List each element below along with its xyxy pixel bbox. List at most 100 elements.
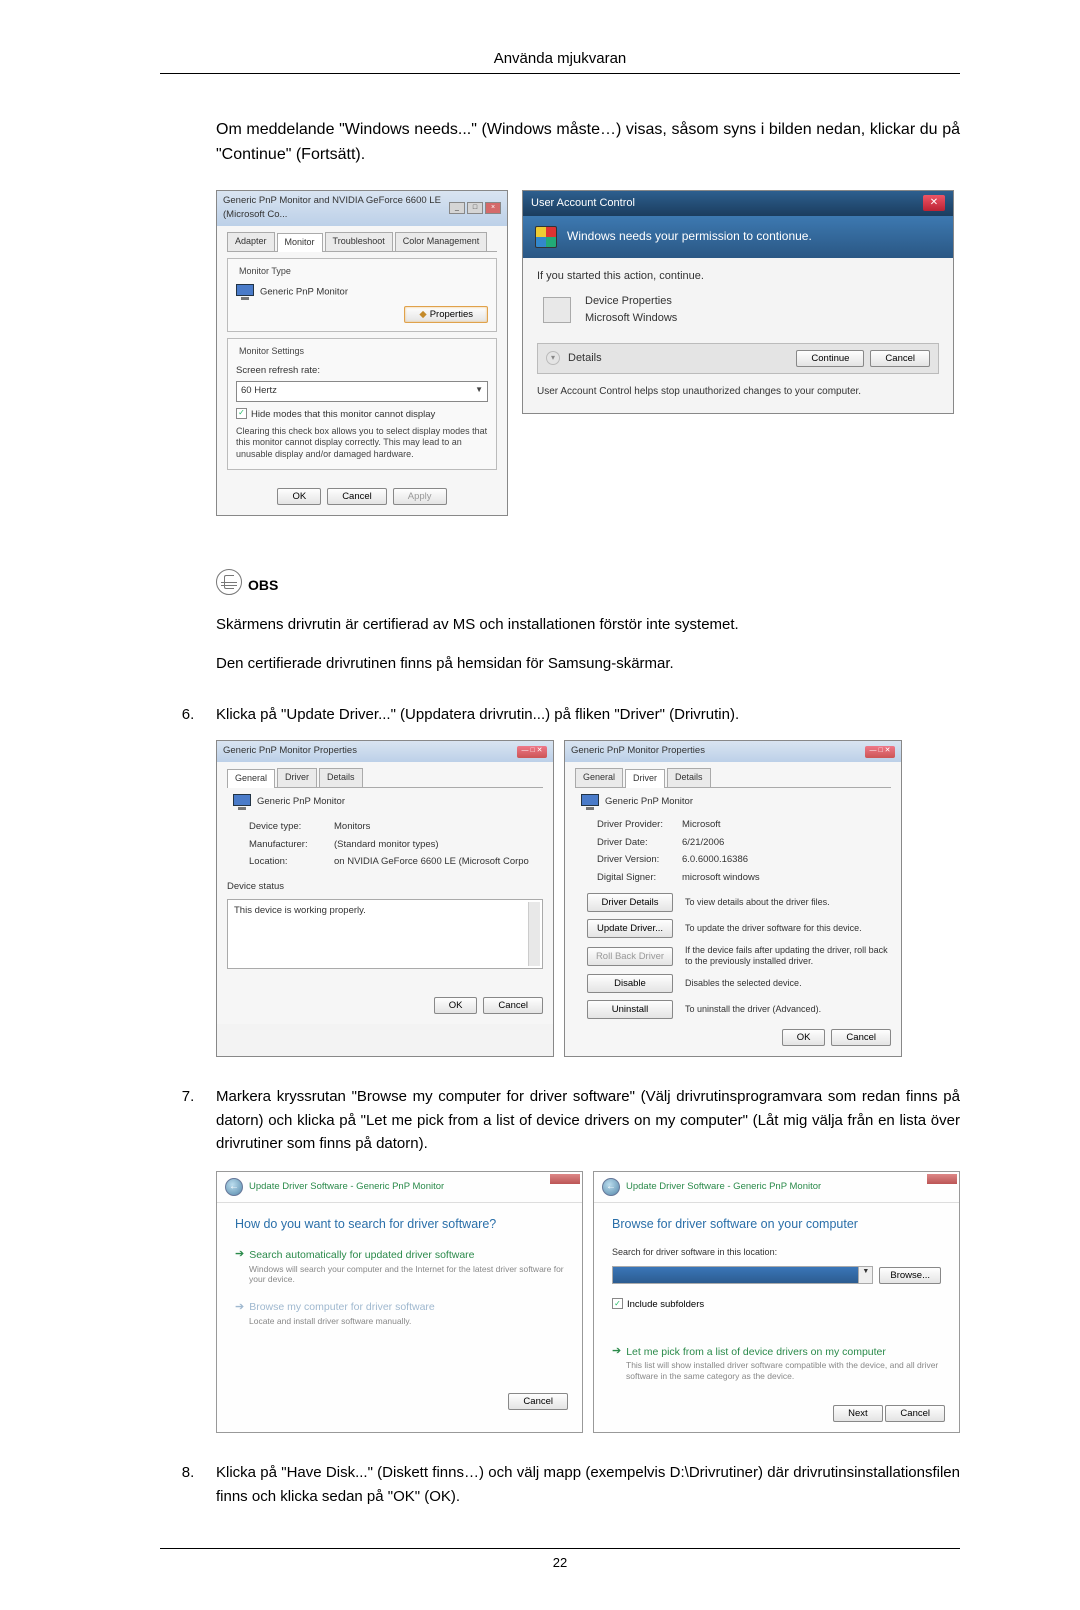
browse-button[interactable]: Browse... [879,1267,941,1284]
arrow-icon: ➔ [235,1299,244,1316]
tab-driver[interactable]: Driver [625,769,665,788]
button-description: If the device fails after updating the d… [685,945,891,968]
device-name: Generic PnP Monitor [257,795,345,810]
option-search-auto[interactable]: ➔Search automatically for updated driver… [235,1246,564,1284]
field-value: (Standard monitor types) [334,838,439,853]
wizard-headline: How do you want to search for driver sof… [235,1215,564,1234]
cancel-button[interactable]: Cancel [870,350,930,367]
details-link[interactable]: Details [568,350,602,367]
note-icon [216,569,242,595]
field-value: 6.0.6000.16386 [682,853,748,868]
tab-color-management[interactable]: Color Management [395,232,488,251]
tab-driver[interactable]: Driver [277,768,317,787]
scrollbar[interactable] [528,902,540,966]
tab-general[interactable]: General [575,768,623,787]
location-combobox[interactable]: ▼ [612,1266,873,1284]
field-key: Device type: [249,820,334,835]
tab-general[interactable]: General [227,769,275,788]
monitor-settings-label: Monitor Settings [236,345,307,359]
content: Om meddelande "Windows needs..." (Window… [160,118,960,1508]
intro-paragraph: Om meddelande "Windows needs..." (Window… [216,118,960,168]
wizard-browse-dialog: ← Update Driver Software - Generic PnP M… [593,1171,960,1433]
uac-headline: Windows needs your permission to contion… [567,227,812,246]
dialog-title: Generic PnP Monitor Properties [571,744,705,759]
next-button[interactable]: Next [833,1405,883,1422]
screenshot-row-2: Generic PnP Monitor Properties — □ ✕ Gen… [216,740,960,1057]
device-name: Generic PnP Monitor [605,795,693,810]
monitor-icon [581,794,599,810]
hide-modes-description: Clearing this check box allows you to se… [236,426,488,461]
roll-back-driver-button[interactable]: Roll Back Driver [587,947,673,966]
monitor-icon [233,794,251,810]
wizard-search-dialog: ← Update Driver Software - Generic PnP M… [216,1171,583,1433]
dialog-titlebar: Generic PnP Monitor Properties — □ ✕ [217,741,553,762]
monitor-properties-dialog: Generic PnP Monitor and NVIDIA GeForce 6… [216,190,508,516]
uninstall-button[interactable]: Uninstall [587,1000,673,1019]
properties-general-dialog: Generic PnP Monitor Properties — □ ✕ Gen… [216,740,554,1057]
continue-button[interactable]: Continue [796,350,864,367]
tab-details[interactable]: Details [319,768,363,787]
dialog-title: Generic PnP Monitor Properties [223,744,357,759]
disable-button[interactable]: Disable [587,974,673,993]
properties-button[interactable]: ◆Properties [404,306,488,323]
close-icon[interactable]: — □ ✕ [517,746,547,758]
cancel-button[interactable]: Cancel [327,488,387,505]
tab-adapter[interactable]: Adapter [227,232,275,251]
close-icon[interactable] [927,1174,957,1184]
ok-button[interactable]: OK [782,1029,826,1046]
ok-button[interactable]: OK [434,997,478,1014]
include-subfolders-checkbox[interactable]: ✓Include subfolders [612,1298,704,1313]
page-number: 22 [160,1548,960,1570]
apply-button[interactable]: Apply [393,488,447,505]
ok-button[interactable]: OK [277,488,321,505]
option-browse-computer[interactable]: ➔Browse my computer for driver software … [235,1299,564,1327]
close-icon[interactable]: — □ ✕ [865,746,895,758]
program-icon [543,297,571,323]
monitor-settings-group: Monitor Settings Screen refresh rate: 60… [227,338,497,470]
option-let-me-pick[interactable]: ➔Let me pick from a list of device drive… [612,1343,941,1381]
step-number: 7. [160,1085,216,1155]
back-icon[interactable]: ← [602,1178,620,1196]
driver-details-button[interactable]: Driver Details [587,893,673,912]
back-icon[interactable]: ← [225,1178,243,1196]
step-number: 6. [160,703,216,726]
tab-troubleshoot[interactable]: Troubleshoot [325,232,393,251]
step-6: 6. Klicka på "Update Driver..." (Uppdate… [160,703,960,726]
field-value: Monitors [334,820,370,835]
cancel-button[interactable]: Cancel [483,997,543,1014]
cancel-button[interactable]: Cancel [831,1029,891,1046]
tab-monitor[interactable]: Monitor [277,233,323,252]
uac-program: Device Properties [585,293,677,310]
chevron-down-icon: ▼ [475,384,483,399]
close-icon[interactable]: × [485,202,501,214]
close-icon[interactable]: ✕ [923,195,945,211]
update-driver-button[interactable]: Update Driver... [587,919,673,938]
device-status-box: This device is working properly. [227,899,543,969]
dialog-titlebar: Generic PnP Monitor Properties — □ ✕ [565,741,901,762]
close-icon[interactable] [550,1174,580,1184]
wizard-headline: Browse for driver software on your compu… [612,1215,941,1234]
minimize-icon[interactable]: _ [449,202,465,214]
tab-details[interactable]: Details [667,768,711,787]
uac-footnote: User Account Control helps stop unauthor… [537,384,939,400]
note-line-2: Den certifierade drivrutinen finns på he… [216,652,960,675]
monitor-type-group: Monitor Type Generic PnP Monitor ◆Proper… [227,258,497,332]
uac-dialog: User Account Control ✕ Windows needs you… [522,190,954,415]
field-key: Driver Date: [597,836,682,851]
hide-modes-checkbox[interactable]: ✓Hide modes that this monitor cannot dis… [236,408,435,423]
monitor-icon [236,284,254,300]
field-value: Microsoft [682,818,721,833]
maximize-icon[interactable]: □ [467,202,483,214]
cancel-button[interactable]: Cancel [508,1393,568,1410]
refresh-rate-select[interactable]: 60 Hertz▼ [236,381,488,402]
field-key: Driver Provider: [597,818,682,833]
step-text: Markera kryssrutan "Browse my computer f… [216,1085,960,1155]
uac-headline-band: Windows needs your permission to contion… [523,216,953,258]
chevron-down-icon[interactable]: ▾ [546,351,560,365]
uac-started-text: If you started this action, continue. [537,268,939,285]
cancel-button[interactable]: Cancel [885,1405,945,1422]
shield-icon [535,226,557,248]
screenshot-row-3: ← Update Driver Software - Generic PnP M… [216,1171,960,1433]
uac-title: User Account Control [531,195,635,212]
field-value: microsoft windows [682,871,760,886]
